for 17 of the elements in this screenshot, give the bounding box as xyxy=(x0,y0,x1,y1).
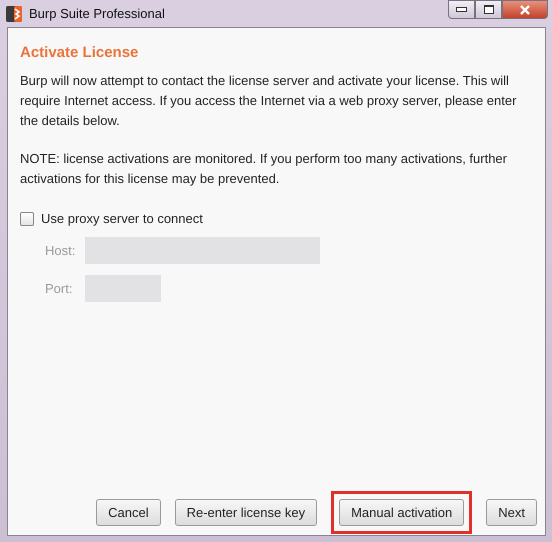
dialog-button[interactable]: Re-enter license key xyxy=(174,499,318,526)
close-button[interactable] xyxy=(502,0,548,19)
dialog-button[interactable]: Cancel xyxy=(96,499,161,526)
dialog-heading: Activate License xyxy=(20,44,140,61)
proxy-checkbox[interactable] xyxy=(20,212,34,226)
maximize-button[interactable] xyxy=(475,0,502,19)
app-logo-icon xyxy=(5,4,23,22)
info-paragraph: NOTE: license activations are monitored. If you perform too many activations, further activations for this license may be prevented. xyxy=(20,150,508,188)
field-label: Host: xyxy=(45,243,76,258)
dialog-button[interactable]: Manual activation xyxy=(339,499,464,526)
window-title: Burp Suite Professional xyxy=(29,6,165,21)
close-icon xyxy=(519,4,531,14)
checkbox-label: Use proxy server to connect xyxy=(41,211,203,226)
minimize-button[interactable] xyxy=(448,0,475,19)
dialog-button[interactable]: Next xyxy=(486,499,537,526)
field-label: Port: xyxy=(45,281,74,296)
info-paragraph: Burp will now attempt to contact the license server and activate your license. This will require Internet access. If you access the Internet via a web proxy server, please enter the details below. xyxy=(20,72,518,130)
